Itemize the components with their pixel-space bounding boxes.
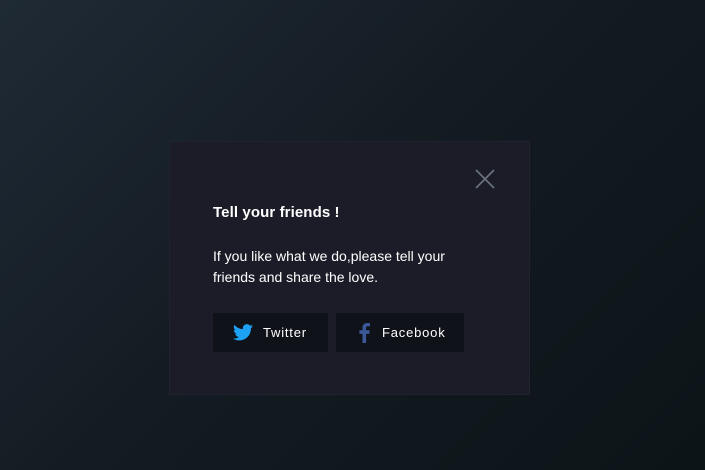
twitter-icon	[233, 323, 253, 343]
twitter-label: Twitter	[263, 325, 307, 340]
modal-message: If you like what we do,please tell your …	[213, 248, 445, 285]
close-icon	[475, 169, 495, 189]
share-modal: Tell your friends ! If you like what we …	[169, 141, 530, 395]
facebook-label: Facebook	[382, 325, 446, 340]
close-button[interactable]	[474, 168, 496, 190]
facebook-icon	[358, 322, 370, 343]
share-buttons: Twitter Facebook	[213, 313, 464, 352]
twitter-share-button[interactable]: Twitter	[213, 313, 328, 352]
facebook-share-button[interactable]: Facebook	[336, 313, 464, 352]
modal-title: Tell your friends !	[213, 204, 340, 221]
